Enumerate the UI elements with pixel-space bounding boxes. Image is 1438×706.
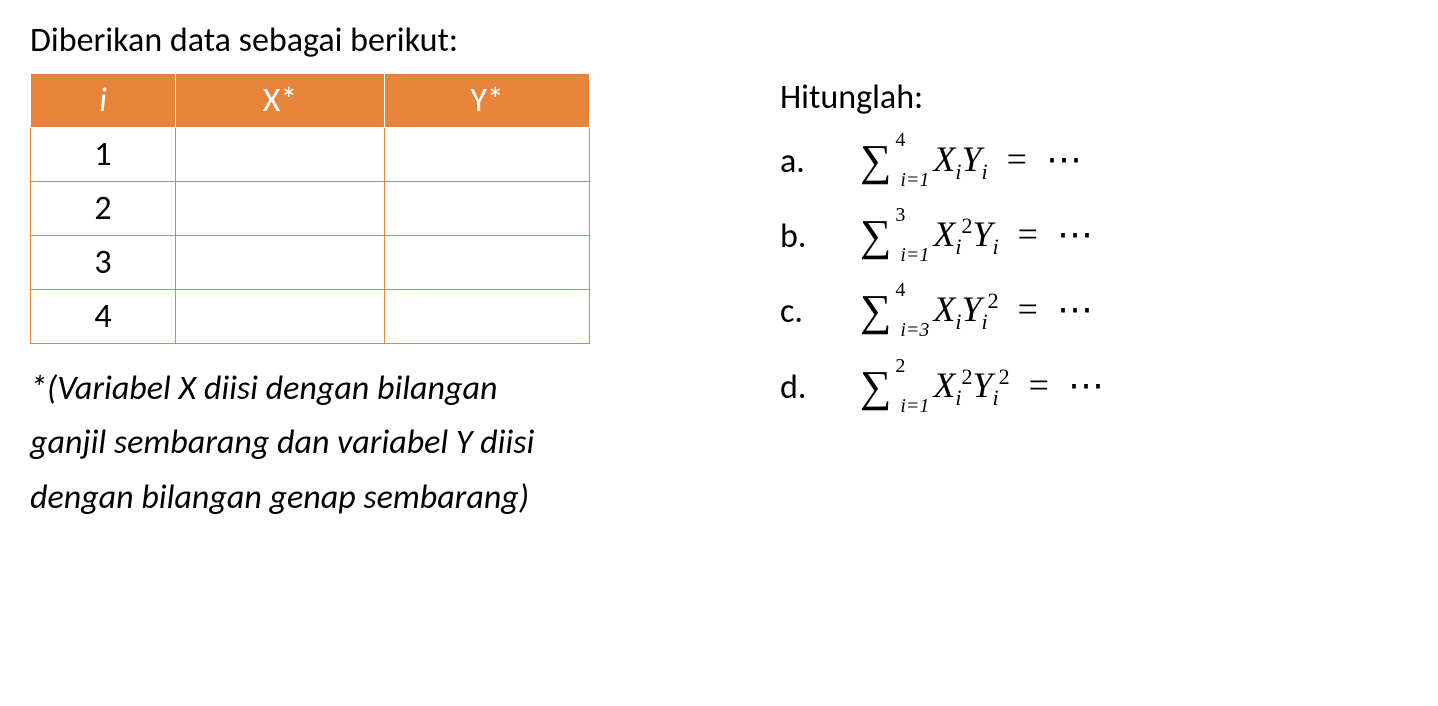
math-expression: ∑ 4 i=1 XiYi = ⋯ bbox=[860, 138, 1086, 185]
question-d: d. ∑ 2 i=1 Xi2Yi2 = ⋯ bbox=[780, 364, 1408, 411]
var-y: Y bbox=[962, 289, 982, 329]
footnote: *(Variabel X diisi dengan bilangan ganji… bbox=[30, 362, 630, 525]
questions-list: a. ∑ 4 i=1 XiYi = ⋯ bbox=[780, 138, 1408, 411]
footnote-line: dengan bilangan genap sembarang) bbox=[30, 471, 630, 525]
cell-i: 4 bbox=[31, 290, 176, 344]
document-container: Diberikan data sebagai berikut: i X* Y* … bbox=[30, 20, 1408, 525]
sigma-icon: ∑ bbox=[860, 362, 891, 411]
table-row: 1 bbox=[31, 128, 590, 182]
equals: = bbox=[1018, 214, 1038, 254]
term: Xi2Yi = ⋯ bbox=[933, 213, 1097, 260]
dots: ⋯ bbox=[1046, 139, 1086, 179]
cell-i: 3 bbox=[31, 236, 176, 290]
term: XiYi2 = ⋯ bbox=[933, 288, 1097, 335]
sup-2: 2 bbox=[962, 213, 973, 238]
equals: = bbox=[1007, 139, 1027, 179]
right-column: Hitunglah: a. ∑ 4 i=1 XiYi = ⋯ bbox=[780, 73, 1408, 525]
table-header-row: i X* Y* bbox=[31, 74, 590, 128]
sigma-icon: ∑ bbox=[860, 136, 891, 185]
hitung-title: Hitunglah: bbox=[780, 77, 1408, 118]
dots: ⋯ bbox=[1057, 289, 1097, 329]
question-a: a. ∑ 4 i=1 XiYi = ⋯ bbox=[780, 138, 1408, 185]
cell-x bbox=[176, 182, 385, 236]
sigma-upper: 4 bbox=[895, 279, 905, 302]
footnote-line: *(Variabel X diisi dengan bilangan bbox=[30, 362, 630, 416]
sigma-block: ∑ 4 i=1 bbox=[860, 139, 891, 184]
question-label: a. bbox=[780, 141, 810, 182]
sigma-block: ∑ 2 i=1 bbox=[860, 365, 891, 410]
math-expression: ∑ 2 i=1 Xi2Yi2 = ⋯ bbox=[860, 364, 1108, 411]
sigma-upper: 4 bbox=[895, 129, 905, 152]
header-i: i bbox=[31, 74, 176, 128]
var-x: X bbox=[933, 365, 955, 405]
cell-i: 1 bbox=[31, 128, 176, 182]
left-column: i X* Y* 1 2 bbox=[30, 73, 630, 525]
cell-x bbox=[176, 290, 385, 344]
question-c: c. ∑ 4 i=3 XiYi2 = ⋯ bbox=[780, 288, 1408, 335]
sigma-icon: ∑ bbox=[860, 286, 891, 335]
sup-2: 2 bbox=[999, 364, 1010, 389]
cell-y bbox=[385, 290, 590, 344]
sub-i: i bbox=[993, 234, 999, 259]
sigma-lower: i=1 bbox=[900, 169, 929, 192]
sup-2: 2 bbox=[962, 364, 973, 389]
sigma-icon: ∑ bbox=[860, 211, 891, 260]
table-row: 2 bbox=[31, 182, 590, 236]
var-y: Y bbox=[973, 365, 993, 405]
equals: = bbox=[1029, 365, 1049, 405]
sup-2: 2 bbox=[988, 288, 999, 313]
intro-text: Diberikan data sebagai berikut: bbox=[30, 20, 1408, 61]
term: XiYi = ⋯ bbox=[933, 138, 1086, 185]
var-x: X bbox=[933, 289, 955, 329]
header-y: Y* bbox=[385, 74, 590, 128]
sigma-block: ∑ 4 i=3 bbox=[860, 289, 891, 334]
var-y: Y bbox=[962, 139, 982, 179]
sigma-upper: 2 bbox=[895, 355, 905, 378]
cell-y bbox=[385, 128, 590, 182]
sigma-lower: i=1 bbox=[900, 395, 929, 418]
var-x: X bbox=[933, 139, 955, 179]
cell-x bbox=[176, 128, 385, 182]
table-row: 3 bbox=[31, 236, 590, 290]
equals: = bbox=[1018, 289, 1038, 329]
cell-i: 2 bbox=[31, 182, 176, 236]
dots: ⋯ bbox=[1068, 365, 1108, 405]
var-y: Y bbox=[973, 214, 993, 254]
header-x: X* bbox=[176, 74, 385, 128]
sigma-block: ∑ 3 i=1 bbox=[860, 214, 891, 259]
sub-i: i bbox=[982, 159, 988, 184]
sigma-upper: 3 bbox=[895, 204, 905, 227]
cell-x bbox=[176, 236, 385, 290]
math-expression: ∑ 4 i=3 XiYi2 = ⋯ bbox=[860, 288, 1097, 335]
data-table: i X* Y* 1 2 bbox=[30, 73, 590, 344]
term: Xi2Yi2 = ⋯ bbox=[933, 364, 1108, 411]
cell-y bbox=[385, 236, 590, 290]
sigma-lower: i=3 bbox=[900, 319, 929, 342]
question-b: b. ∑ 3 i=1 Xi2Yi = ⋯ bbox=[780, 213, 1408, 260]
math-expression: ∑ 3 i=1 Xi2Yi = ⋯ bbox=[860, 213, 1097, 260]
table-row: 4 bbox=[31, 290, 590, 344]
main-content: i X* Y* 1 2 bbox=[30, 73, 1408, 525]
question-label: b. bbox=[780, 216, 810, 257]
dots: ⋯ bbox=[1057, 214, 1097, 254]
footnote-line: ganjil sembarang dan variabel Y diisi bbox=[30, 416, 630, 470]
sigma-lower: i=1 bbox=[900, 244, 929, 267]
question-label: c. bbox=[780, 291, 810, 332]
question-label: d. bbox=[780, 367, 810, 408]
var-x: X bbox=[933, 214, 955, 254]
cell-y bbox=[385, 182, 590, 236]
